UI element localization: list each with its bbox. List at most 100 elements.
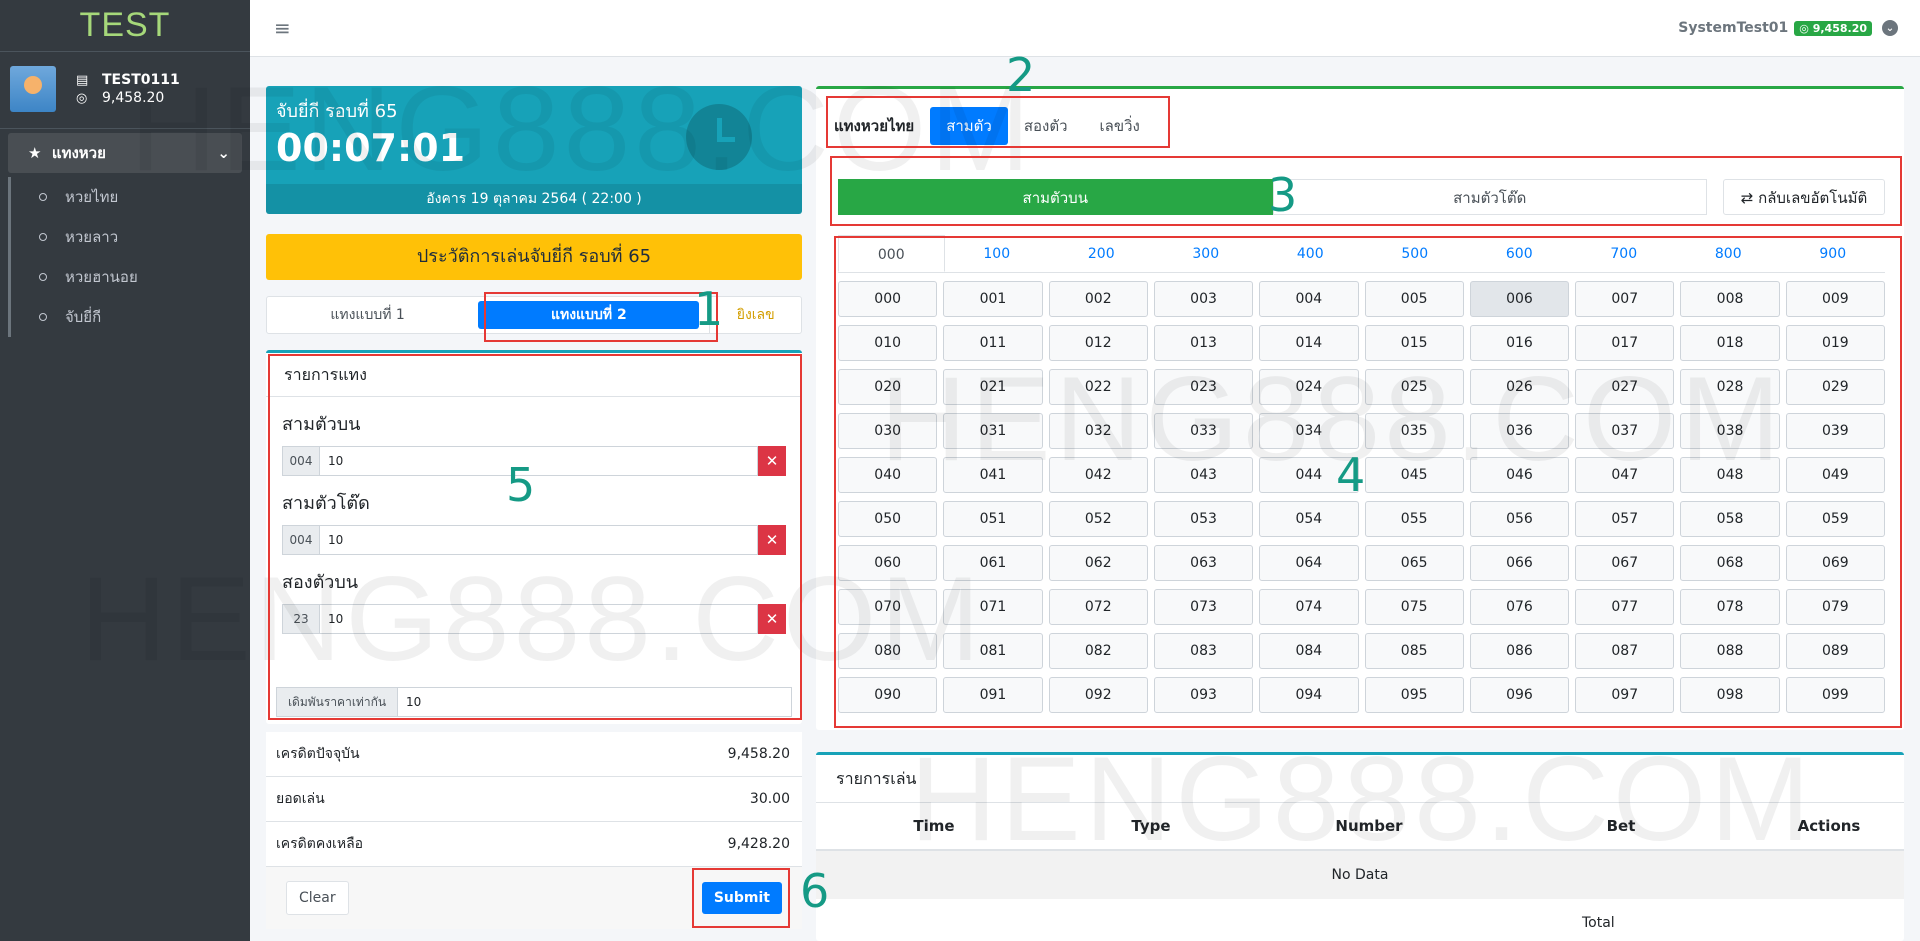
number-cell[interactable]: 093 [1153, 677, 1254, 713]
number-cell[interactable]: 023 [1153, 369, 1254, 405]
number-cell[interactable]: 031 [943, 413, 1043, 449]
number-cell[interactable]: 068 [1680, 545, 1780, 581]
number-cell[interactable]: 014 [1259, 325, 1359, 361]
delete-icon[interactable]: ✕ [758, 604, 786, 634]
number-cell[interactable]: 028 [1680, 369, 1780, 405]
number-cell[interactable]: 080 [838, 633, 938, 669]
number-cell[interactable]: 055 [1364, 501, 1464, 537]
number-cell[interactable]: 032 [1048, 413, 1148, 449]
number-cell[interactable]: 075 [1364, 589, 1464, 625]
number-cell[interactable]: 019 [1785, 325, 1885, 361]
nav-item-hanoi-lottery[interactable]: หวยฮานอย [11, 257, 250, 297]
number-cell[interactable]: 095 [1364, 677, 1464, 713]
number-cell[interactable]: 065 [1364, 545, 1464, 581]
number-cell[interactable]: 082 [1048, 633, 1148, 669]
tab-hundred-800[interactable]: 800 [1676, 235, 1781, 272]
equal-bet-input[interactable]: 10 [398, 687, 792, 717]
tab-three-digit[interactable]: สามตัว [930, 107, 1008, 145]
tab-hundred-600[interactable]: 600 [1467, 235, 1572, 272]
number-cell[interactable]: 060 [838, 545, 938, 581]
number-cell[interactable]: 004 [1259, 281, 1359, 317]
number-cell[interactable]: 067 [1575, 545, 1675, 581]
column-time[interactable]: Time [816, 817, 1052, 835]
number-cell[interactable]: 008 [1680, 281, 1780, 317]
number-cell[interactable]: 041 [943, 457, 1043, 493]
number-cell[interactable]: 063 [1153, 545, 1254, 581]
number-cell[interactable]: 024 [1259, 369, 1359, 405]
number-cell[interactable]: 052 [1048, 501, 1148, 537]
number-cell[interactable]: 047 [1575, 457, 1675, 493]
number-cell[interactable]: 059 [1785, 501, 1885, 537]
tab-hundred-000[interactable]: 000 [838, 235, 945, 272]
top-user-menu[interactable]: SystemTest01 ◎ 9,458.20 ⌄ [1678, 20, 1898, 36]
tab-hundred-700[interactable]: 700 [1572, 235, 1677, 272]
number-cell[interactable]: 037 [1575, 413, 1675, 449]
number-cell[interactable]: 009 [1785, 281, 1885, 317]
number-cell[interactable]: 043 [1153, 457, 1254, 493]
number-cell[interactable]: 006 [1469, 281, 1570, 317]
number-cell[interactable]: 096 [1469, 677, 1570, 713]
number-cell[interactable]: 034 [1259, 413, 1359, 449]
number-cell[interactable]: 084 [1259, 633, 1359, 669]
number-cell[interactable]: 076 [1469, 589, 1570, 625]
number-cell[interactable]: 003 [1153, 281, 1254, 317]
number-cell[interactable]: 038 [1680, 413, 1780, 449]
number-cell[interactable]: 087 [1575, 633, 1675, 669]
number-cell[interactable]: 079 [1785, 589, 1885, 625]
delete-icon[interactable]: ✕ [758, 525, 786, 555]
number-cell[interactable]: 072 [1048, 589, 1148, 625]
number-cell[interactable]: 074 [1259, 589, 1359, 625]
number-cell[interactable]: 064 [1259, 545, 1359, 581]
number-cell[interactable]: 012 [1048, 325, 1148, 361]
column-number[interactable]: Number [1250, 817, 1488, 835]
number-cell[interactable]: 056 [1469, 501, 1570, 537]
nav-item-thai-lottery[interactable]: หวยไทย [11, 177, 250, 217]
tab-two-digit[interactable]: สองตัว [1008, 107, 1084, 145]
number-cell[interactable]: 066 [1469, 545, 1570, 581]
number-cell[interactable]: 054 [1259, 501, 1359, 537]
column-type[interactable]: Type [1052, 817, 1250, 835]
number-cell[interactable]: 071 [943, 589, 1043, 625]
tab-hundred-100[interactable]: 100 [945, 235, 1050, 272]
number-cell[interactable]: 078 [1680, 589, 1780, 625]
number-cell[interactable]: 085 [1364, 633, 1464, 669]
number-cell[interactable]: 042 [1048, 457, 1148, 493]
chevron-down-icon[interactable]: ⌄ [1882, 20, 1898, 36]
nav-item-lao-lottery[interactable]: หวยลาว [11, 217, 250, 257]
number-cell[interactable]: 070 [838, 589, 938, 625]
number-cell[interactable]: 025 [1364, 369, 1464, 405]
number-cell[interactable]: 011 [943, 325, 1043, 361]
number-cell[interactable]: 073 [1153, 589, 1254, 625]
tab-hundred-200[interactable]: 200 [1049, 235, 1154, 272]
number-cell[interactable]: 062 [1048, 545, 1148, 581]
number-cell[interactable]: 058 [1680, 501, 1780, 537]
number-cell[interactable]: 083 [1153, 633, 1254, 669]
submit-button[interactable]: Submit [701, 882, 782, 914]
tab-mode-1[interactable]: แทงแบบที่ 1 [267, 297, 468, 333]
number-cell[interactable]: 094 [1259, 677, 1359, 713]
number-cell[interactable]: 090 [838, 677, 938, 713]
number-cell[interactable]: 040 [838, 457, 938, 493]
number-cell[interactable]: 086 [1469, 633, 1570, 669]
number-cell[interactable]: 026 [1469, 369, 1570, 405]
delete-icon[interactable]: ✕ [758, 446, 786, 476]
number-cell[interactable]: 050 [838, 501, 938, 537]
number-cell[interactable]: 051 [943, 501, 1043, 537]
nav-item-bet-lottery[interactable]: ★ แทงหวย ⌄ [8, 133, 242, 173]
number-cell[interactable]: 057 [1575, 501, 1675, 537]
number-cell[interactable]: 053 [1153, 501, 1254, 537]
tab-running-number[interactable]: เลขวิ่ง [1084, 107, 1156, 145]
number-cell[interactable]: 015 [1364, 325, 1464, 361]
number-cell[interactable]: 077 [1575, 589, 1675, 625]
number-cell[interactable]: 001 [943, 281, 1043, 317]
hamburger-menu-icon[interactable]: ≡ [274, 16, 291, 40]
number-cell[interactable]: 097 [1575, 677, 1675, 713]
history-button[interactable]: ประวัติการเล่นจับยี่กี รอบที่ 65 [266, 234, 802, 280]
number-cell[interactable]: 002 [1048, 281, 1148, 317]
number-cell[interactable]: 005 [1364, 281, 1464, 317]
three-top-button[interactable]: สามตัวบน [838, 179, 1273, 215]
column-bet[interactable]: Bet [1488, 817, 1754, 835]
number-cell[interactable]: 069 [1785, 545, 1885, 581]
number-cell[interactable]: 089 [1785, 633, 1885, 669]
bet-amount-input[interactable]: 10 [320, 446, 758, 476]
